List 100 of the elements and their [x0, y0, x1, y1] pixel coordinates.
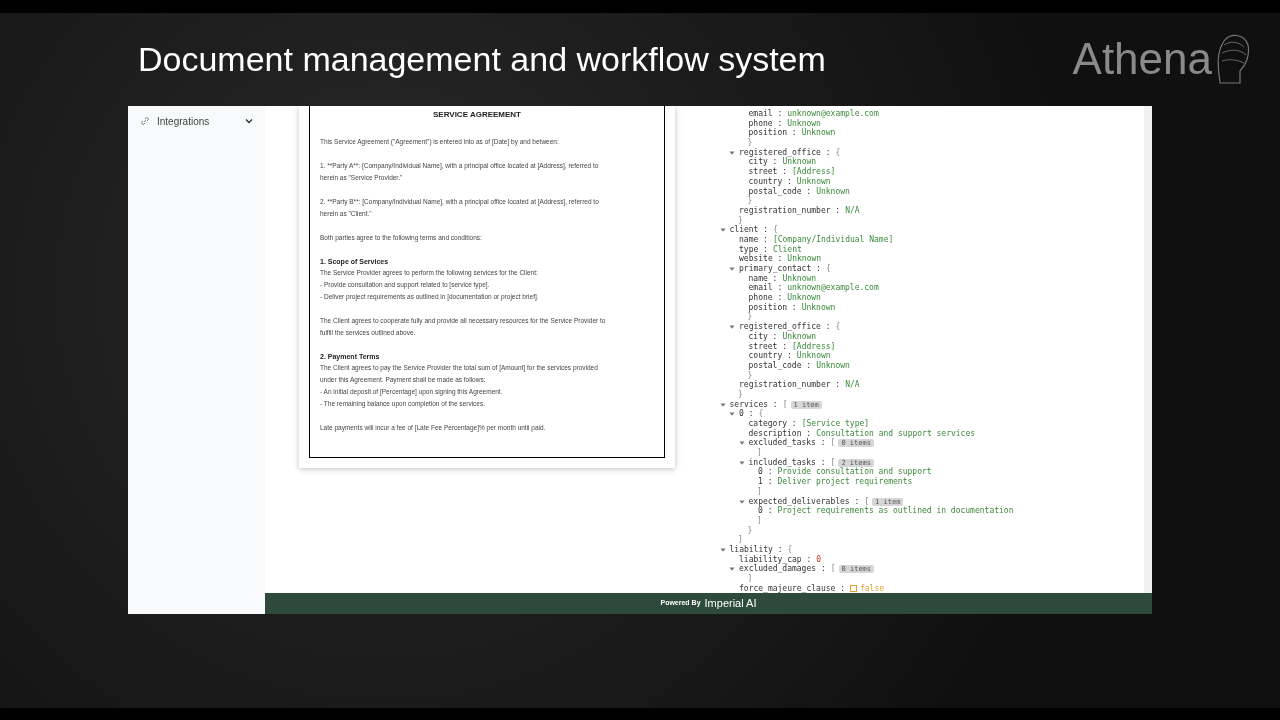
json-key: website : [739, 254, 783, 264]
bracket: } [747, 196, 753, 206]
bracket: [ [830, 457, 836, 467]
bracket: } [747, 312, 753, 322]
json-key: excluded_damages : [739, 564, 826, 574]
json-value: Unknown [787, 118, 821, 128]
slide-title: Document management and workflow system [138, 38, 827, 80]
json-key: name : [748, 273, 778, 283]
json-value: N/A [845, 205, 860, 215]
json-value: false [859, 583, 885, 593]
json-value: [Company/Individual Name] [772, 234, 894, 244]
json-key: position : [748, 302, 797, 312]
caret-icon[interactable] [738, 498, 745, 505]
json-key: city : [748, 157, 778, 167]
bracket: } [738, 389, 743, 399]
json-key: registration_number : [739, 380, 841, 390]
caret-icon[interactable] [729, 266, 735, 272]
json-key: 0 : [758, 506, 773, 516]
bracket: { [835, 322, 841, 332]
json-key: client : [729, 225, 769, 235]
bracket: } [747, 370, 753, 380]
json-key: services : [729, 399, 778, 409]
caret-icon[interactable] [729, 411, 735, 418]
link-icon [140, 116, 150, 126]
json-value: unknown@example.com [787, 109, 879, 118]
bracket: { [758, 409, 764, 419]
bracket: } [747, 138, 753, 148]
json-value: [Address] [792, 167, 836, 177]
json-key: postal_code : [748, 186, 812, 196]
json-value: Deliver project requirements [777, 477, 913, 487]
bracket: ] [747, 574, 753, 583]
json-value: Unknown [796, 176, 831, 186]
footer-brand: Imperial AI [704, 596, 757, 612]
caret-icon[interactable] [719, 401, 726, 408]
caret-icon[interactable] [729, 566, 735, 573]
json-key: primary_contact : [739, 264, 821, 273]
caret-icon[interactable] [738, 440, 745, 447]
bracket: { [825, 264, 831, 273]
json-value: Unknown [816, 360, 850, 370]
json-value: Project requirements as outlined in documentation [777, 506, 1014, 516]
json-value: Unknown [801, 302, 836, 312]
caret-icon[interactable] [719, 227, 726, 234]
json-key: street : [748, 341, 788, 351]
json-value: Unknown [796, 351, 831, 361]
json-key: included_tasks : [748, 457, 826, 467]
bracket: [ [830, 564, 836, 574]
json-value: [Address] [792, 341, 836, 351]
json-value: N/A [845, 380, 860, 390]
checkbox[interactable] [849, 584, 857, 592]
json-key: category : [748, 419, 797, 428]
json-key: name : [739, 234, 768, 244]
json-key: country : [748, 176, 792, 186]
json-key: type : [739, 244, 768, 254]
json-key: expected_deliverables : [748, 496, 860, 506]
brand-logo: Athena [1072, 33, 1212, 85]
json-key: phone : [748, 293, 783, 303]
json-key: 0 : [758, 467, 773, 477]
json-value: Client [772, 244, 802, 254]
json-value: Unknown [787, 254, 822, 264]
json-key: liability : [729, 544, 783, 554]
json-key: country : [748, 351, 792, 361]
json-key: force_majeure_clause : [739, 583, 845, 593]
json-key: liability_cap : [739, 554, 812, 564]
json-value: Unknown [782, 331, 817, 341]
json-key: registered_office : [739, 147, 831, 157]
caret-icon[interactable] [729, 324, 735, 331]
json-value: 0 [816, 554, 822, 564]
json-value: Unknown [782, 273, 817, 283]
bracket: } [747, 525, 753, 535]
json-value: unknown@example.com [787, 283, 879, 293]
bracket: { [787, 544, 793, 554]
bracket: ] [738, 535, 743, 545]
json-key: email : [748, 109, 783, 118]
document-title: SERVICE AGREEMENT [432, 109, 522, 121]
json-key: postal_code : [748, 360, 812, 370]
bracket: ] [757, 515, 762, 525]
bracket: [ [830, 438, 836, 448]
json-key: registered_office : [739, 322, 831, 332]
bracket: { [773, 225, 778, 235]
json-value: Unknown [801, 128, 836, 138]
caret-icon[interactable] [738, 459, 745, 466]
json-key: excluded_tasks : [748, 438, 826, 448]
json-value: Consultation and support services [816, 428, 976, 438]
bracket: } [738, 215, 743, 225]
bracket: [ [864, 496, 870, 506]
sidebar-item[interactable]: Integrations [128, 113, 265, 129]
json-key: phone : [748, 118, 783, 128]
caret-icon[interactable] [729, 149, 735, 156]
json-key: position : [748, 128, 797, 138]
json-value: [Service type] [801, 419, 870, 428]
json-key: 0 : [739, 409, 754, 419]
json-value: Unknown [782, 157, 817, 167]
json-key: 1 : [758, 477, 773, 487]
caret-icon[interactable] [719, 546, 726, 553]
json-value: Unknown [816, 186, 850, 196]
json-key: registration_number : [739, 205, 841, 215]
bracket: { [835, 147, 841, 157]
json-key: description : [748, 428, 812, 438]
bracket: ] [757, 448, 762, 458]
json-key: street : [748, 167, 788, 177]
